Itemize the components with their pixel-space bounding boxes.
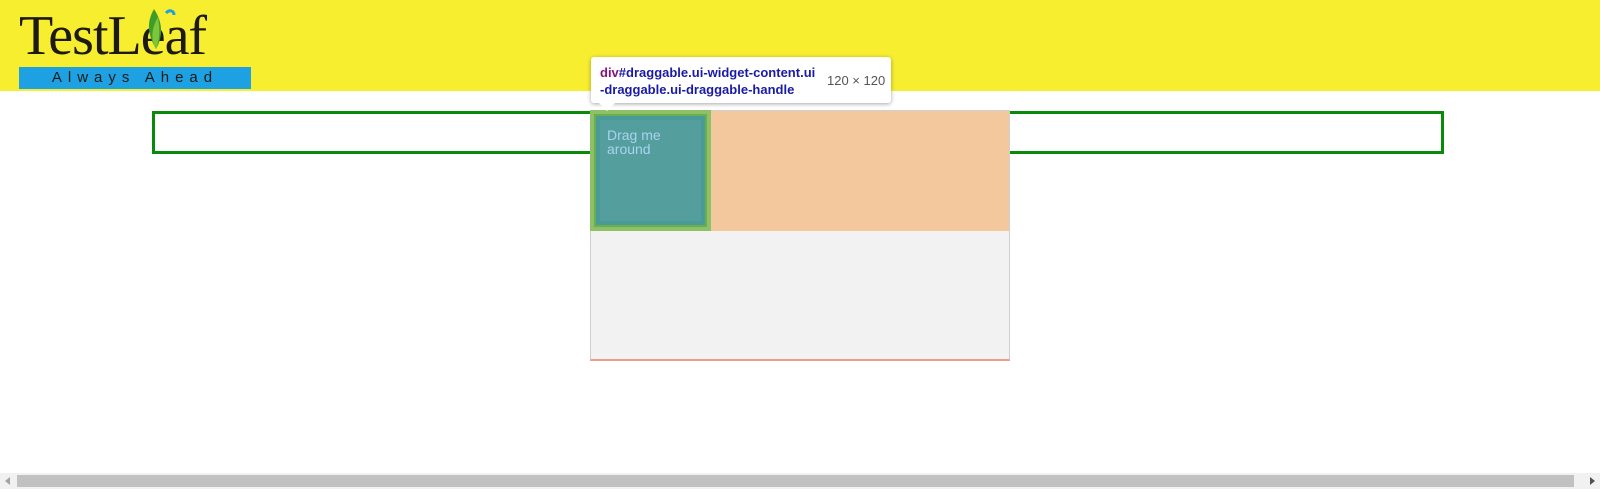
chevron-left-icon[interactable] — [5, 477, 10, 485]
scrollbar-thumb[interactable] — [17, 475, 1574, 487]
draggable-label: Drag me around — [607, 127, 661, 157]
page: TestLeaf Always Ahead Drag me around div… — [0, 0, 1600, 489]
tooltip-selector: div#draggable.ui-widget-content.ui-dragg… — [600, 64, 816, 98]
tooltip-tag: div — [600, 65, 619, 80]
draggable-highlight: Drag me around — [590, 110, 711, 231]
tooltip-arrow — [599, 103, 615, 111]
tooltip-dimensions: 120 × 120 — [827, 73, 886, 88]
horizontal-scrollbar[interactable] — [0, 473, 1600, 489]
leaf-icon — [148, 9, 176, 49]
tooltip-selector-text: #draggable.ui-widget-content.ui-draggabl… — [600, 65, 816, 97]
logo-tagline: Always Ahead — [19, 67, 251, 89]
inspector-tooltip: div#draggable.ui-widget-content.ui-dragg… — [591, 57, 891, 111]
testleaf-logo[interactable]: TestLeaf Always Ahead — [19, 5, 251, 89]
chevron-right-icon[interactable] — [1590, 477, 1595, 485]
logo-title: TestLeaf — [19, 5, 207, 67]
draggable-box[interactable]: Drag me around — [594, 114, 707, 227]
